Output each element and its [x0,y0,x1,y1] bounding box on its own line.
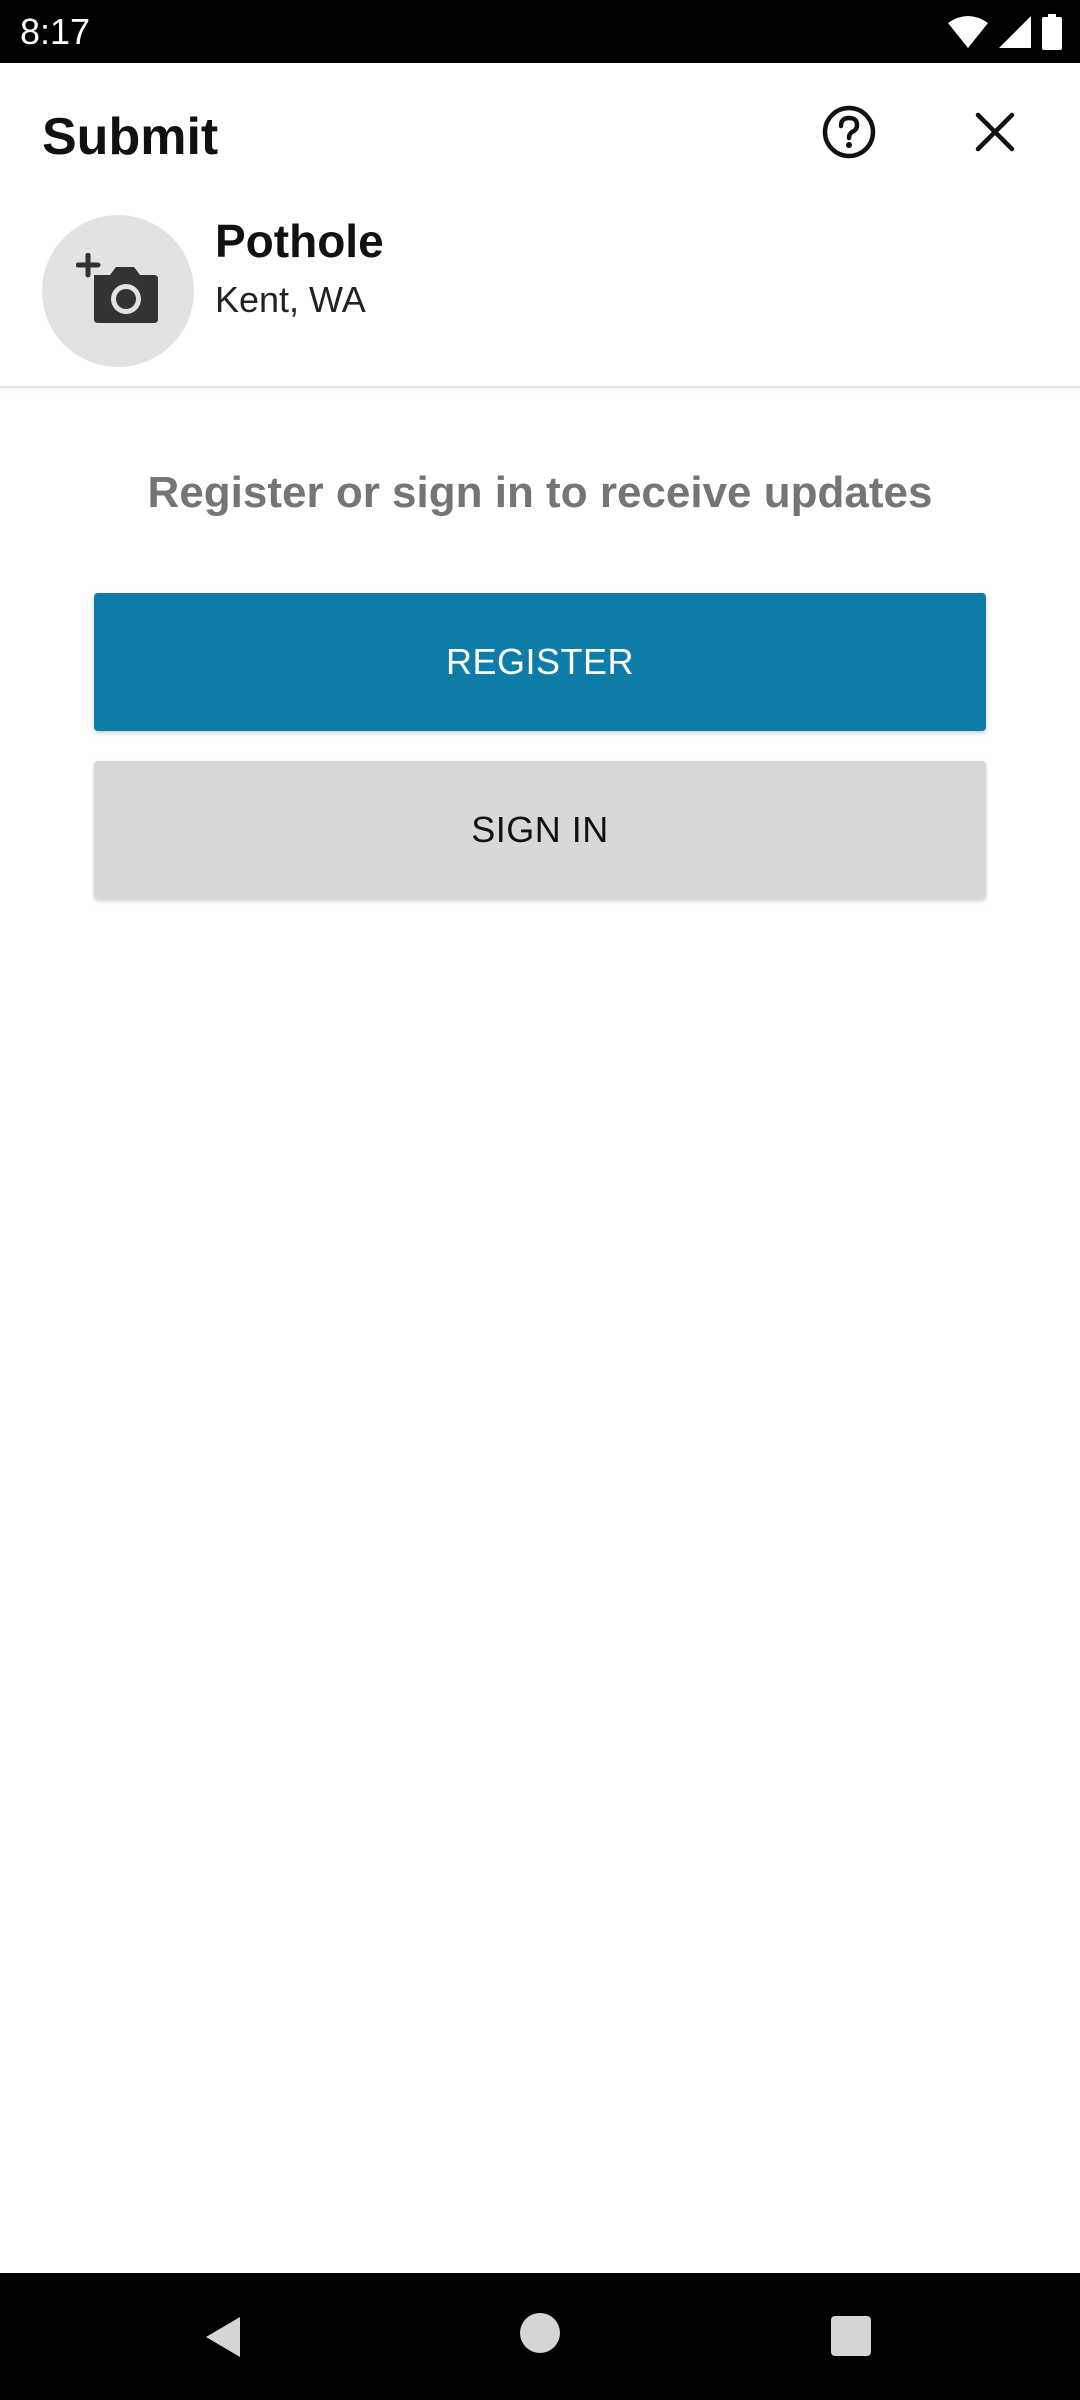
status-bar: 8:17 [0,0,1080,63]
wifi-icon [948,15,988,49]
system-nav-bar [0,2273,1080,2400]
register-button[interactable]: REGISTER [94,593,986,731]
submit-header: Submit Pothole Kent, WA [0,63,1080,388]
back-icon[interactable] [200,2313,248,2361]
issue-location: Kent, WA [215,279,366,320]
help-button[interactable] [818,103,880,165]
sign-in-button[interactable]: SIGN IN [94,761,986,899]
close-icon [975,112,1015,157]
add-photo-button[interactable] [42,215,194,367]
register-prompt: Register or sign in to receive updates [147,468,933,517]
add-photo-camera-icon [75,252,160,330]
help-circle-icon [821,104,877,165]
page-title: Submit [42,108,219,166]
battery-icon [1042,14,1062,50]
status-time: 8:17 [20,11,91,52]
close-button[interactable] [964,103,1026,165]
recents-icon[interactable] [831,2316,871,2356]
cell-signal-icon [998,15,1032,49]
issue-type-name: Pothole [215,215,384,267]
home-icon[interactable] [520,2313,560,2353]
status-icons [948,12,1062,52]
